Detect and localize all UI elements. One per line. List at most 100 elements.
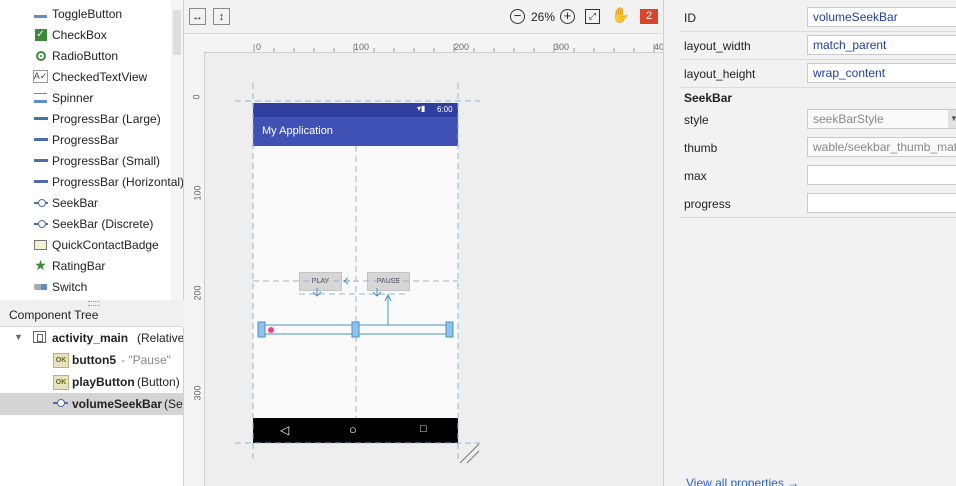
id-field[interactable]: volumeSeekBar bbox=[807, 7, 956, 27]
palette-item-progressbar-horizontal[interactable]: ProgressBar (Horizontal) bbox=[0, 171, 183, 192]
palette-item-progressbar[interactable]: ProgressBar bbox=[0, 129, 183, 150]
divider bbox=[680, 87, 956, 88]
palette-item-label: ProgressBar bbox=[52, 132, 119, 147]
seekbar-thumb[interactable] bbox=[268, 327, 274, 333]
radio-button-icon bbox=[33, 49, 48, 62]
tree-item-volumeseekbar[interactable]: volumeSeekBar (Se bbox=[0, 393, 183, 415]
layout-height-field[interactable]: wrap_content bbox=[807, 63, 956, 83]
design-toolbar: ↔ ↕ − 26% + ⤢ ✋ 2 bbox=[184, 0, 663, 34]
blueprint-overlay bbox=[235, 83, 480, 464]
button-icon: OK bbox=[53, 353, 69, 368]
palette-item-spinner[interactable]: Spinner bbox=[0, 87, 183, 108]
star-icon: ★ bbox=[34, 257, 47, 273]
palette-item-seekbar[interactable]: SeekBar bbox=[0, 192, 183, 213]
progress-field[interactable] bbox=[807, 193, 956, 213]
property-label-id: ID bbox=[684, 11, 696, 25]
expand-horizontal-icon[interactable]: ↔ bbox=[189, 8, 206, 25]
ruler-tick-label: 100 bbox=[192, 185, 203, 201]
property-label-thumb: thumb bbox=[684, 141, 718, 155]
chevron-down-icon[interactable]: ▼ bbox=[948, 110, 956, 128]
palette-item-radiobutton[interactable]: RadioButton bbox=[0, 45, 183, 66]
contact-badge-icon bbox=[33, 238, 48, 251]
palette-item-progressbar-small[interactable]: ProgressBar (Small) bbox=[0, 150, 183, 171]
palette-item-label: SeekBar (Discrete) bbox=[52, 216, 154, 231]
zoom-in-icon[interactable]: + bbox=[560, 9, 575, 24]
style-value: seekBarStyle bbox=[813, 112, 884, 126]
palette-item-label: CheckedTextView bbox=[52, 69, 148, 84]
divider bbox=[680, 59, 956, 60]
max-field[interactable] bbox=[807, 165, 956, 185]
palette-item-progressbar-large[interactable]: ProgressBar (Large) bbox=[0, 108, 183, 129]
seekbar-icon bbox=[53, 398, 68, 408]
seekbar-section-title: SeekBar bbox=[684, 91, 733, 105]
tree-item-playbutton[interactable]: OK playButton (Button) bbox=[0, 371, 183, 393]
seekbar-icon bbox=[33, 196, 48, 209]
progressbar-icon bbox=[33, 133, 48, 146]
progressbar-icon bbox=[33, 154, 48, 167]
ruler-ticks bbox=[253, 44, 655, 52]
property-label-progress: progress bbox=[684, 197, 731, 211]
tree-item-activity-main[interactable]: ▼ activity_main (RelativeLa bbox=[0, 327, 183, 349]
palette-item-label: SeekBar bbox=[52, 195, 99, 210]
palette-item-checkedtextview[interactable]: A✓ CheckedTextView bbox=[0, 66, 183, 87]
palette-item-switch[interactable]: Switch bbox=[0, 276, 183, 297]
palette-item-ratingbar[interactable]: ★ RatingBar bbox=[0, 255, 183, 276]
arrow-right-icon: → bbox=[783, 478, 800, 486]
seekbar-icon bbox=[33, 217, 48, 230]
view-all-properties-link[interactable]: View all properties → bbox=[686, 478, 799, 486]
property-label-max: max bbox=[684, 169, 707, 183]
property-label-layout-width: layout_width bbox=[684, 39, 751, 53]
divider bbox=[680, 217, 956, 218]
view-all-label: View all properties bbox=[686, 478, 784, 486]
tree-item-detail: (Se bbox=[164, 397, 183, 411]
component-tree-header: Component Tree bbox=[0, 306, 183, 327]
tree-item-detail: (RelativeLa bbox=[137, 331, 184, 345]
thumb-field[interactable]: wable/seekbar_thumb_mate bbox=[807, 137, 956, 157]
error-badge[interactable]: 2 bbox=[640, 9, 658, 24]
property-label-style: style bbox=[684, 113, 709, 127]
tree-item-detail: (Button) bbox=[137, 375, 180, 389]
property-label-layout-height: layout_height bbox=[684, 67, 756, 81]
palette-item-togglebutton[interactable]: ToggleButton bbox=[0, 3, 183, 24]
style-field[interactable]: seekBarStyle ▼ bbox=[807, 109, 956, 129]
palette-item-label: CheckBox bbox=[52, 27, 107, 42]
progressbar-icon bbox=[33, 112, 48, 125]
palette-item-label: Spinner bbox=[52, 90, 94, 105]
palette-item-label: RadioButton bbox=[52, 48, 119, 63]
zoom-to-fit-icon[interactable]: ⤢ bbox=[585, 9, 600, 24]
expand-vertical-icon[interactable]: ↕ bbox=[213, 8, 230, 25]
tree-item-name: playButton bbox=[72, 375, 135, 389]
divider bbox=[680, 31, 956, 32]
toggle-button-icon bbox=[33, 7, 48, 20]
palette-item-label: ProgressBar (Small) bbox=[52, 153, 161, 168]
palette-item-checkbox[interactable]: ✓ CheckBox bbox=[0, 24, 183, 45]
pan-hand-icon[interactable]: ✋ bbox=[611, 7, 630, 24]
palette-item-label: Switch bbox=[52, 279, 88, 294]
tree-item-button5[interactable]: OK button5 - "Pause" bbox=[0, 349, 183, 371]
checkbox-icon: ✓ bbox=[34, 28, 47, 41]
progressbar-icon bbox=[33, 175, 48, 188]
palette-item-seekbar-discrete[interactable]: SeekBar (Discrete) bbox=[0, 213, 183, 234]
spinner-icon bbox=[33, 91, 48, 104]
tree-item-detail: - "Pause" bbox=[121, 353, 171, 367]
zoom-out-icon[interactable]: − bbox=[510, 9, 525, 24]
palette-panel: ToggleButton ✓ CheckBox RadioButton A✓ C… bbox=[0, 0, 184, 300]
button-icon: OK bbox=[53, 375, 69, 390]
collapse-arrow-icon[interactable]: ▼ bbox=[14, 332, 23, 342]
palette-item-label: RatingBar bbox=[52, 258, 106, 273]
palette-item-label: QuickContactBadge bbox=[52, 237, 159, 252]
layout-width-field[interactable]: match_parent bbox=[807, 35, 956, 55]
palette-item-quickcontactbadge[interactable]: QuickContactBadge bbox=[0, 234, 183, 255]
horizontal-ruler: 0 100 200 300 40 bbox=[204, 34, 664, 53]
switch-icon bbox=[33, 280, 48, 293]
vertical-ruler: 0 100 200 300 bbox=[184, 34, 205, 486]
tree-item-name: volumeSeekBar bbox=[72, 397, 163, 411]
tree-item-name: button5 bbox=[72, 353, 116, 367]
palette-item-label: ProgressBar (Horizontal) bbox=[52, 174, 184, 189]
panel-divider[interactable] bbox=[663, 0, 681, 486]
checked-text-view-icon: A✓ bbox=[33, 70, 48, 83]
ruler-tick-label: 300 bbox=[192, 385, 203, 401]
ruler-tick-label: 200 bbox=[192, 285, 203, 301]
relative-layout-icon bbox=[33, 331, 46, 343]
palette-item-label: ToggleButton bbox=[52, 6, 123, 21]
